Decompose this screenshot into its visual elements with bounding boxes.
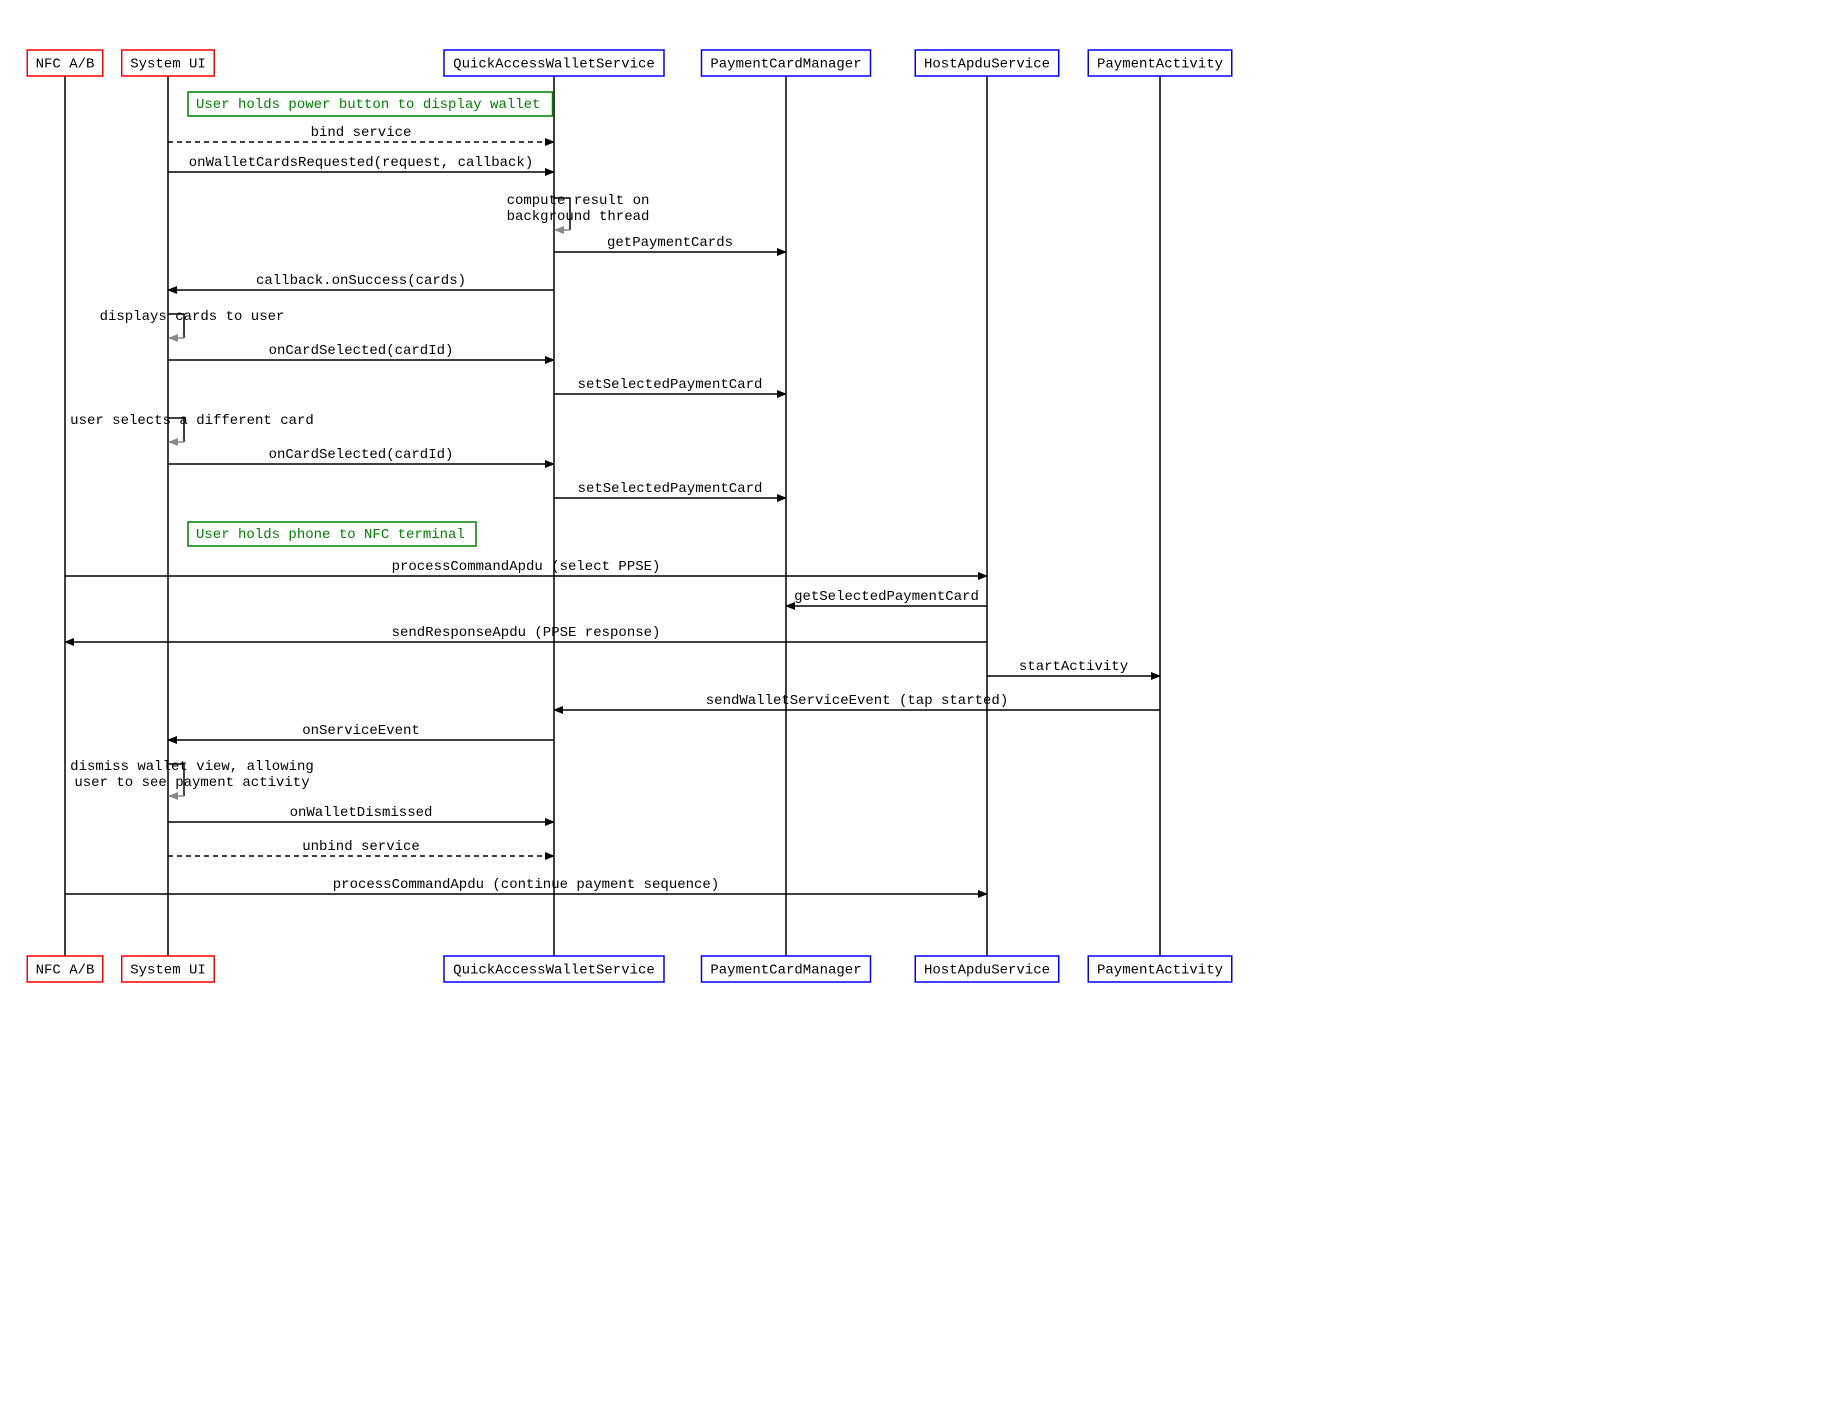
msg-text-2: onWalletCardsRequested(request, callback… [189,155,533,171]
msg-text-22: processCommandApdu (continue payment seq… [333,877,719,893]
participant-label-pcm: PaymentCardManager [710,963,861,979]
msg-text-5: callback.onSuccess(cards) [256,273,466,289]
participant-label-sysui: System UI [130,963,206,979]
participant-label-pcm: PaymentCardManager [710,57,861,73]
participant-label-nfc: NFC A/B [36,57,95,73]
msg-text-4: getPaymentCards [607,235,733,251]
msg-text-20: onWalletDismissed [290,805,433,821]
participant-label-qaws: QuickAccessWalletService [453,963,655,979]
msg-text-17: sendWalletServiceEvent (tap started) [706,693,1008,709]
note-text-12: User holds phone to NFC terminal [196,527,465,543]
participant-label-has: HostApduService [924,963,1050,979]
msg-text-18: onServiceEvent [302,723,420,739]
msg-text-8: setSelectedPaymentCard [578,377,763,393]
msg-text-14: getSelectedPaymentCard [794,589,979,605]
msg-text-1: bind service [311,125,412,141]
participant-label-qaws: QuickAccessWalletService [453,57,655,73]
sequence-diagram: NFC A/B System UI QuickAccessWalletService… [20,20,1250,1000]
self-msg-text-6-0: displays cards to user [100,309,285,325]
msg-text-13: processCommandApdu (select PPSE) [392,559,661,575]
participant-label-has: HostApduService [924,57,1050,73]
msg-text-15: sendResponseApdu (PPSE response) [392,625,661,641]
msg-text-16: startActivity [1019,659,1128,675]
self-msg-text-3-0: compute result on [507,193,650,209]
participant-label-pa: PaymentActivity [1097,57,1223,73]
participant-label-pa: PaymentActivity [1097,963,1223,979]
participant-label-nfc: NFC A/B [36,963,95,979]
msg-text-7: onCardSelected(cardId) [269,343,454,359]
self-msg-text-3-1: background thread [507,209,650,225]
msg-text-21: unbind service [302,839,420,855]
self-msg-text-9-0: user selects a different card [70,413,314,429]
participant-label-sysui: System UI [130,57,206,73]
msg-text-11: setSelectedPaymentCard [578,481,763,497]
self-msg-text-19-1: user to see payment activity [74,775,309,791]
self-msg-text-19-0: dismiss wallet view, allowing [70,759,314,775]
msg-text-10: onCardSelected(cardId) [269,447,454,463]
note-text-0: User holds power button to display walle… [196,97,540,113]
